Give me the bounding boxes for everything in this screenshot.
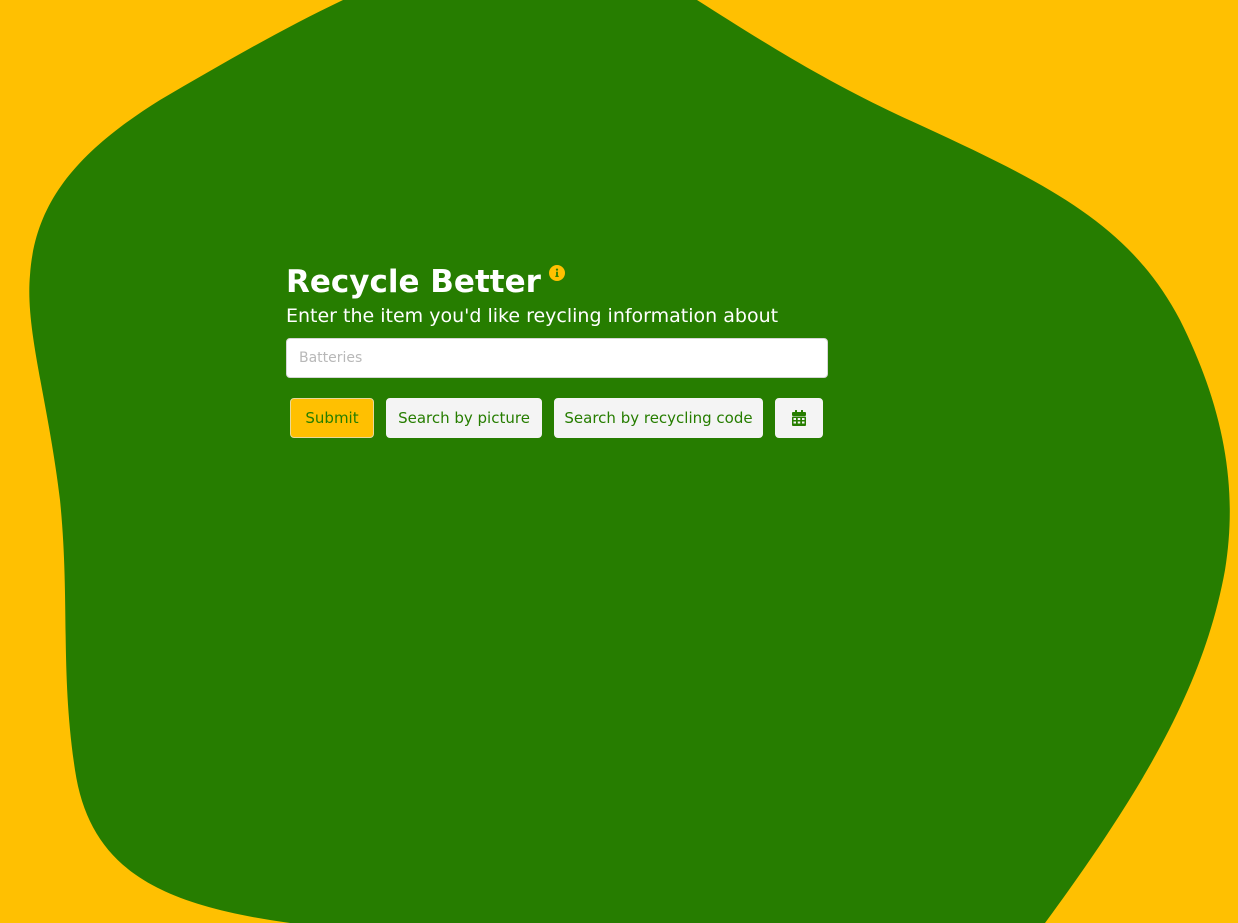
action-buttons: Submit Search by picture Search by recyc… — [286, 398, 828, 438]
title-row: Recycle Better — [286, 262, 828, 302]
search-input[interactable] — [286, 338, 828, 378]
info-circle-icon[interactable] — [548, 265, 565, 281]
calendar-icon — [792, 410, 806, 426]
search-by-picture-button[interactable]: Search by picture — [386, 398, 542, 438]
search-by-recycling-code-button[interactable]: Search by recycling code — [554, 398, 763, 438]
main-panel: Recycle Better Enter the item you'd like… — [286, 262, 828, 438]
search-prompt: Enter the item you'd like reycling infor… — [286, 305, 779, 327]
submit-button[interactable]: Submit — [290, 398, 374, 438]
calendar-button[interactable] — [775, 398, 823, 438]
background-blob — [29, 0, 1230, 923]
page-title: Recycle Better — [286, 264, 541, 300]
